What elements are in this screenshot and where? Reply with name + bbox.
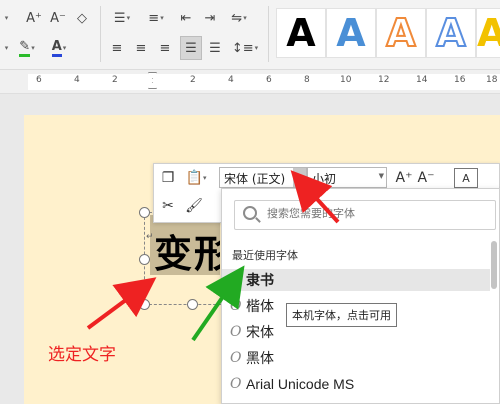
green-arrow-to-font-item xyxy=(191,265,245,342)
red-arrow-to-text xyxy=(86,277,157,330)
annotation-arrows xyxy=(86,170,340,342)
red-arrow-to-font-dropdown xyxy=(290,170,340,224)
